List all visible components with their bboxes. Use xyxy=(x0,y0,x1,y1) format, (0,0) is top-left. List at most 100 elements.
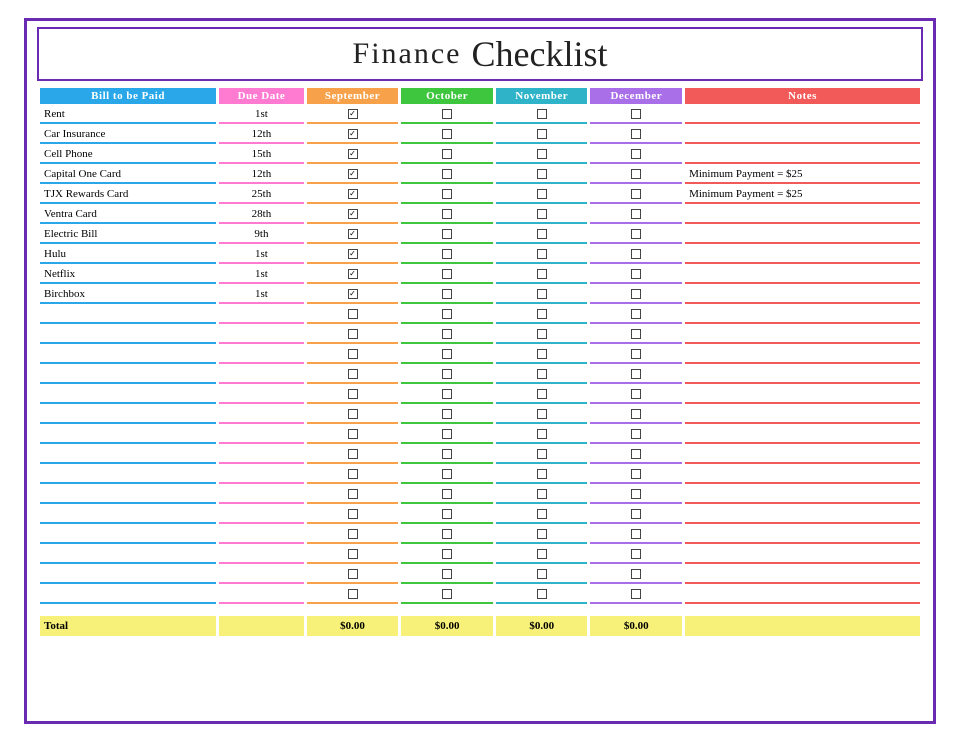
checkbox-nov[interactable] xyxy=(537,489,547,499)
cell-notes[interactable] xyxy=(685,385,920,404)
checkbox-oct[interactable] xyxy=(442,489,452,499)
cell-notes[interactable] xyxy=(685,305,920,324)
checkbox-sep[interactable]: ✓ xyxy=(348,229,358,239)
checkbox-sep[interactable] xyxy=(348,309,358,319)
cell-due[interactable]: 12th xyxy=(219,165,304,184)
checkbox-dec[interactable] xyxy=(631,229,641,239)
checkbox-dec[interactable] xyxy=(631,309,641,319)
checkbox-nov[interactable] xyxy=(537,369,547,379)
cell-due[interactable] xyxy=(219,445,304,464)
cell-bill[interactable] xyxy=(40,525,216,544)
cell-bill[interactable]: Car Insurance xyxy=(40,125,216,144)
cell-due[interactable] xyxy=(219,305,304,324)
checkbox-sep[interactable]: ✓ xyxy=(348,109,358,119)
checkbox-sep[interactable] xyxy=(348,509,358,519)
checkbox-oct[interactable] xyxy=(442,249,452,259)
cell-due[interactable]: 9th xyxy=(219,225,304,244)
checkbox-oct[interactable] xyxy=(442,109,452,119)
cell-due[interactable]: 1st xyxy=(219,285,304,304)
checkbox-dec[interactable] xyxy=(631,369,641,379)
cell-due[interactable]: 28th xyxy=(219,205,304,224)
cell-due[interactable] xyxy=(219,465,304,484)
checkbox-nov[interactable] xyxy=(537,529,547,539)
checkbox-dec[interactable] xyxy=(631,589,641,599)
checkbox-oct[interactable] xyxy=(442,229,452,239)
cell-due[interactable] xyxy=(219,505,304,524)
checkbox-oct[interactable] xyxy=(442,409,452,419)
checkbox-sep[interactable]: ✓ xyxy=(348,269,358,279)
checkbox-sep[interactable]: ✓ xyxy=(348,189,358,199)
checkbox-dec[interactable] xyxy=(631,469,641,479)
cell-bill[interactable] xyxy=(40,305,216,324)
cell-due[interactable]: 1st xyxy=(219,265,304,284)
checkbox-nov[interactable] xyxy=(537,209,547,219)
checkbox-sep[interactable] xyxy=(348,349,358,359)
checkbox-oct[interactable] xyxy=(442,329,452,339)
cell-notes[interactable] xyxy=(685,285,920,304)
checkbox-nov[interactable] xyxy=(537,549,547,559)
cell-notes[interactable] xyxy=(685,245,920,264)
cell-due[interactable] xyxy=(219,585,304,604)
checkbox-sep[interactable] xyxy=(348,569,358,579)
checkbox-dec[interactable] xyxy=(631,509,641,519)
cell-due[interactable] xyxy=(219,565,304,584)
cell-due[interactable]: 12th xyxy=(219,125,304,144)
checkbox-sep[interactable] xyxy=(348,449,358,459)
checkbox-dec[interactable] xyxy=(631,409,641,419)
checkbox-nov[interactable] xyxy=(537,309,547,319)
cell-notes[interactable] xyxy=(685,225,920,244)
cell-notes[interactable] xyxy=(685,125,920,144)
checkbox-oct[interactable] xyxy=(442,209,452,219)
cell-notes[interactable] xyxy=(685,425,920,444)
cell-bill[interactable] xyxy=(40,585,216,604)
checkbox-nov[interactable] xyxy=(537,249,547,259)
cell-bill[interactable]: Ventra Card xyxy=(40,205,216,224)
checkbox-nov[interactable] xyxy=(537,189,547,199)
checkbox-nov[interactable] xyxy=(537,429,547,439)
cell-notes[interactable] xyxy=(685,405,920,424)
cell-bill[interactable] xyxy=(40,385,216,404)
checkbox-dec[interactable] xyxy=(631,249,641,259)
checkbox-oct[interactable] xyxy=(442,129,452,139)
cell-due[interactable] xyxy=(219,405,304,424)
checkbox-oct[interactable] xyxy=(442,369,452,379)
cell-notes[interactable] xyxy=(685,485,920,504)
cell-due[interactable] xyxy=(219,365,304,384)
cell-notes[interactable] xyxy=(685,525,920,544)
checkbox-nov[interactable] xyxy=(537,269,547,279)
cell-bill[interactable] xyxy=(40,565,216,584)
checkbox-sep[interactable]: ✓ xyxy=(348,169,358,179)
cell-due[interactable]: 1st xyxy=(219,245,304,264)
cell-notes[interactable] xyxy=(685,365,920,384)
checkbox-dec[interactable] xyxy=(631,529,641,539)
checkbox-sep[interactable] xyxy=(348,529,358,539)
checkbox-dec[interactable] xyxy=(631,169,641,179)
checkbox-oct[interactable] xyxy=(442,289,452,299)
cell-notes[interactable] xyxy=(685,565,920,584)
checkbox-oct[interactable] xyxy=(442,429,452,439)
checkbox-oct[interactable] xyxy=(442,529,452,539)
checkbox-sep[interactable] xyxy=(348,409,358,419)
checkbox-dec[interactable] xyxy=(631,209,641,219)
cell-notes[interactable] xyxy=(685,145,920,164)
checkbox-dec[interactable] xyxy=(631,349,641,359)
cell-bill[interactable]: Hulu xyxy=(40,245,216,264)
checkbox-dec[interactable] xyxy=(631,269,641,279)
cell-due[interactable]: 1st xyxy=(219,105,304,124)
cell-notes[interactable] xyxy=(685,545,920,564)
checkbox-sep[interactable]: ✓ xyxy=(348,289,358,299)
cell-bill[interactable]: Capital One Card xyxy=(40,165,216,184)
checkbox-nov[interactable] xyxy=(537,449,547,459)
checkbox-sep[interactable] xyxy=(348,589,358,599)
cell-notes[interactable] xyxy=(685,325,920,344)
checkbox-dec[interactable] xyxy=(631,149,641,159)
cell-bill[interactable]: TJX Rewards Card xyxy=(40,185,216,204)
checkbox-sep[interactable] xyxy=(348,369,358,379)
cell-due[interactable] xyxy=(219,485,304,504)
checkbox-sep[interactable] xyxy=(348,429,358,439)
cell-due[interactable]: 25th xyxy=(219,185,304,204)
cell-notes[interactable] xyxy=(685,265,920,284)
checkbox-sep[interactable] xyxy=(348,489,358,499)
checkbox-nov[interactable] xyxy=(537,229,547,239)
cell-due[interactable] xyxy=(219,545,304,564)
